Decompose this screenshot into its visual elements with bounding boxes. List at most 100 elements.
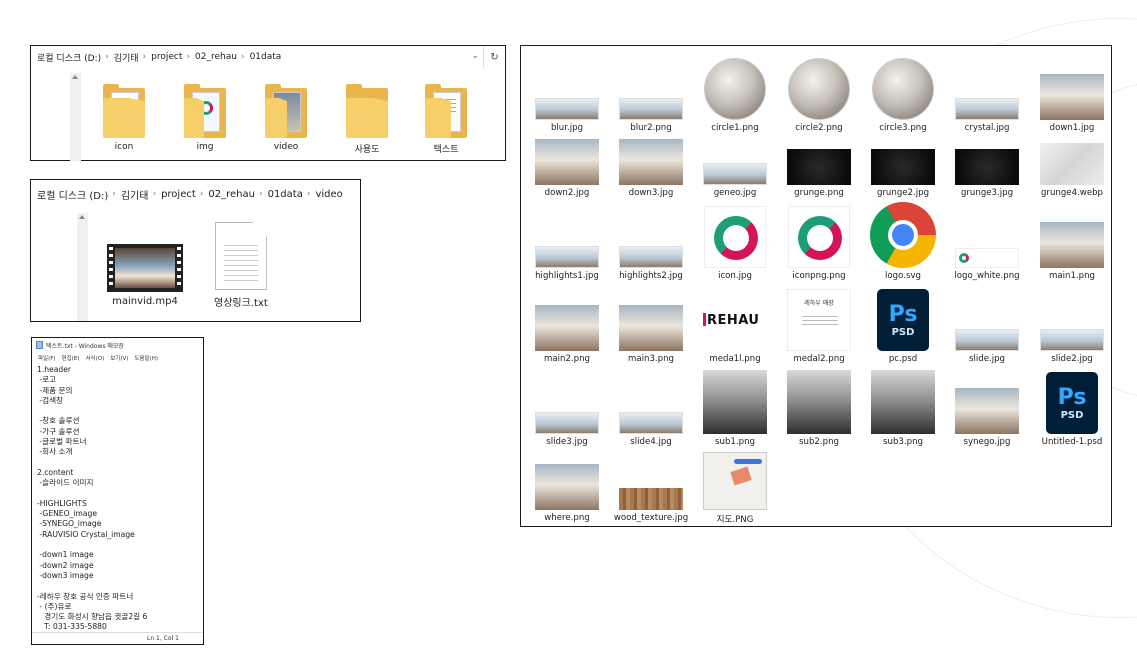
breadcrumb-item[interactable]: project bbox=[161, 189, 196, 200]
file-label: sub1.png bbox=[715, 437, 755, 447]
file-tile[interactable]: geneo.jpg bbox=[695, 163, 775, 198]
file-label: sub3.png bbox=[883, 437, 923, 447]
file-tile[interactable]: 레하우 매장 medal2.png bbox=[779, 289, 859, 364]
file-tile[interactable]: slide2.jpg bbox=[1032, 329, 1112, 364]
thumbnail-image bbox=[704, 206, 766, 268]
file-tile[interactable]: wood_texture.jpg bbox=[611, 488, 691, 523]
file-tile[interactable]: circle2.png bbox=[779, 58, 859, 133]
menu-help[interactable]: 도움말(H) bbox=[134, 354, 158, 364]
scrollbar[interactable] bbox=[70, 73, 81, 161]
file-tile[interactable]: circle3.png bbox=[863, 58, 943, 133]
file-tile[interactable]: slide3.jpg bbox=[527, 412, 607, 447]
file-label: down3.jpg bbox=[628, 188, 674, 198]
scrollbar[interactable] bbox=[77, 213, 88, 321]
file-item-link-txt[interactable]: 영상링크.txt bbox=[214, 222, 268, 309]
file-item-mainvid[interactable]: mainvid.mp4 bbox=[107, 244, 183, 307]
menu-edit[interactable]: 편집(E) bbox=[62, 354, 80, 364]
file-tile[interactable]: main3.png bbox=[611, 305, 691, 364]
file-tile[interactable]: down1.jpg bbox=[1032, 74, 1112, 133]
file-tile[interactable]: down2.jpg bbox=[527, 139, 607, 198]
menu-bar: 파일(F) 편집(E) 서식(O) 보기(V) 도움말(H) bbox=[32, 354, 203, 364]
folder-item-icon[interactable]: icon bbox=[103, 84, 145, 152]
status-bar: Ln 1, Col 1 bbox=[32, 632, 203, 644]
breadcrumb-item[interactable]: 로컬 디스크 (D:) bbox=[37, 187, 108, 202]
file-tile[interactable]: sub1.png bbox=[695, 370, 775, 447]
file-tile[interactable]: circle1.png bbox=[695, 58, 775, 133]
file-tile[interactable]: 지도.PNG bbox=[695, 452, 775, 525]
breadcrumb-item[interactable]: 김기태 bbox=[121, 187, 149, 202]
file-tile[interactable]: blur2.png bbox=[611, 98, 691, 133]
scroll-up-icon[interactable] bbox=[72, 75, 78, 79]
file-tile[interactable]: Ps PSD pc.psd bbox=[863, 289, 943, 364]
file-tile[interactable]: slide4.jpg bbox=[611, 412, 691, 447]
file-tile[interactable]: sub3.png bbox=[863, 370, 943, 447]
file-label: geneo.jpg bbox=[713, 188, 757, 198]
breadcrumb-item[interactable]: 김기태 bbox=[114, 51, 139, 64]
file-tile[interactable]: highlights2.jpg bbox=[611, 246, 691, 281]
chevron-right-icon: › bbox=[112, 189, 116, 199]
menu-view[interactable]: 보기(V) bbox=[110, 354, 128, 364]
text-editor[interactable]: 1.header -로고 -제품 문의 -검색창 -창호 솔루션 -가구 솔루션… bbox=[37, 365, 199, 630]
file-tile[interactable]: iconpng.png bbox=[779, 206, 859, 281]
thumbnail-image bbox=[787, 149, 851, 185]
breadcrumb-item[interactable]: 02_rehau bbox=[208, 189, 255, 200]
file-tile[interactable]: blur.jpg bbox=[527, 98, 607, 133]
menu-format[interactable]: 서식(O) bbox=[85, 354, 104, 364]
file-tile[interactable]: crystal.jpg bbox=[947, 98, 1027, 133]
thumbnail-image bbox=[1040, 74, 1104, 120]
file-tile[interactable]: slide.jpg bbox=[947, 329, 1027, 364]
thumbnail-image bbox=[703, 370, 767, 434]
breadcrumb-item[interactable]: video bbox=[315, 189, 342, 200]
file-tile[interactable]: grunge2.jpg bbox=[863, 149, 943, 198]
folder-icon bbox=[265, 84, 307, 138]
thumbnail-image bbox=[788, 206, 850, 268]
folder-item-text[interactable]: 텍스트 bbox=[425, 84, 467, 155]
file-tile[interactable]: main2.png bbox=[527, 305, 607, 364]
file-tile[interactable]: grunge.png bbox=[779, 149, 859, 198]
file-label: slide2.jpg bbox=[1051, 354, 1093, 364]
file-tile[interactable]: synego.jpg bbox=[947, 388, 1027, 447]
breadcrumb-item[interactable]: 로컬 디스크 (D:) bbox=[37, 51, 101, 64]
file-tile[interactable]: icon.jpg bbox=[695, 206, 775, 281]
window-title: 텍스트.txt - Windows 메모장 bbox=[46, 342, 124, 350]
file-tile[interactable]: grunge3.jpg bbox=[947, 149, 1027, 198]
scroll-up-icon[interactable] bbox=[79, 215, 85, 219]
menu-file[interactable]: 파일(F) bbox=[38, 354, 56, 364]
breadcrumb-item[interactable]: 01data bbox=[268, 189, 303, 200]
file-tile[interactable]: logo_white.png bbox=[947, 248, 1027, 281]
address-bar[interactable]: 로컬 디스크 (D:) › 김기태 › project › 02_rehau › 01d… bbox=[31, 46, 505, 68]
breadcrumb-item[interactable]: 01data bbox=[250, 52, 282, 62]
cursor-position: Ln 1, Col 1 bbox=[147, 635, 179, 642]
chevron-right-icon: › bbox=[258, 189, 263, 199]
folder-item-video[interactable]: video bbox=[265, 84, 307, 152]
refresh-icon[interactable]: ↻ bbox=[483, 46, 505, 68]
thumbnail-image bbox=[619, 412, 683, 434]
file-label: main1.png bbox=[1048, 271, 1096, 281]
folder-icon bbox=[184, 84, 226, 138]
file-tile[interactable]: main1.png bbox=[1032, 222, 1112, 281]
file-label: slide4.jpg bbox=[630, 437, 672, 447]
folder-item-usage[interactable]: 사용도 bbox=[346, 84, 388, 155]
file-tile[interactable]: REHAU meda1l.png bbox=[695, 289, 775, 364]
thumbnail-image bbox=[788, 58, 850, 120]
thumbnail-image bbox=[1040, 329, 1104, 351]
file-tile[interactable]: grunge4.webp bbox=[1032, 143, 1112, 198]
file-tile[interactable]: Ps PSD Untitled-1.psd bbox=[1032, 372, 1112, 447]
file-label: where.png bbox=[544, 513, 590, 523]
file-tile[interactable]: highlights1.jpg bbox=[527, 246, 607, 281]
breadcrumb-item[interactable]: project bbox=[151, 52, 182, 62]
file-tile[interactable]: down3.jpg bbox=[611, 139, 691, 198]
breadcrumb-item[interactable]: 02_rehau bbox=[195, 52, 237, 62]
file-tile[interactable]: sub2.png bbox=[779, 370, 859, 447]
folder-item-img[interactable]: img bbox=[184, 84, 226, 152]
thumbnail-image bbox=[535, 464, 599, 510]
file-tile[interactable]: logo.svg bbox=[863, 202, 943, 281]
chevron-down-icon[interactable]: ⌄ bbox=[471, 51, 479, 61]
address-bar[interactable]: 로컬 디스크 (D:) › 김기태 › project › 02_rehau › 01d… bbox=[31, 180, 360, 208]
file-tile[interactable]: where.png bbox=[527, 464, 607, 523]
folder-icon bbox=[103, 84, 145, 138]
folder-icon bbox=[425, 84, 467, 138]
file-label: Untitled-1.psd bbox=[1041, 437, 1103, 447]
file-label: slide3.jpg bbox=[546, 437, 588, 447]
thumbnail-image bbox=[535, 305, 599, 351]
